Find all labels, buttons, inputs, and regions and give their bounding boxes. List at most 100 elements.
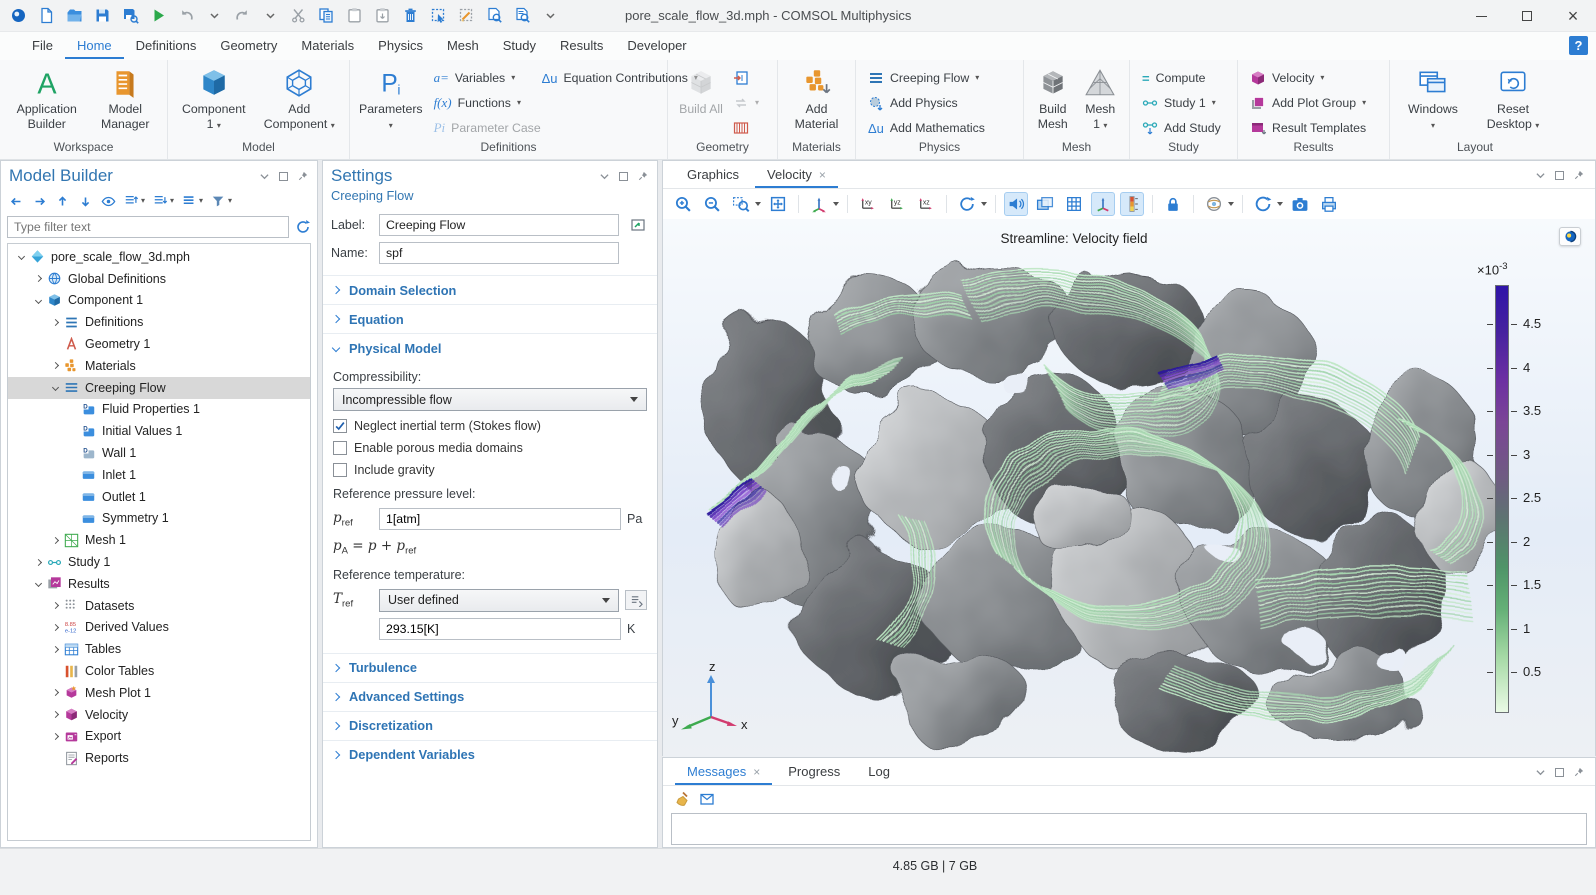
menu-results[interactable]: Results bbox=[548, 34, 615, 59]
tree-item-color-tables[interactable]: Color Tables bbox=[8, 660, 310, 682]
update-button[interactable] bbox=[1251, 192, 1283, 216]
windows-button[interactable]: Windows▾ bbox=[1398, 65, 1468, 140]
result-templates-button[interactable]: Result Templates bbox=[1243, 116, 1384, 140]
tree-item-geometry-1[interactable]: Geometry 1 bbox=[8, 333, 310, 355]
build-mesh-button[interactable]: Build Mesh bbox=[1029, 65, 1077, 140]
tree-item-materials[interactable]: Materials bbox=[8, 355, 310, 377]
menu-home[interactable]: Home bbox=[65, 34, 124, 59]
paste-special-icon[interactable] bbox=[374, 7, 391, 24]
clear-selection-icon[interactable] bbox=[458, 7, 475, 24]
comsol-logo-button[interactable] bbox=[1559, 227, 1581, 246]
go-to-view-icon[interactable] bbox=[807, 192, 831, 216]
parameters-button[interactable]: Pi Parameters▾ bbox=[355, 65, 427, 140]
move-down-icon[interactable] bbox=[78, 194, 93, 209]
tree-chevron[interactable] bbox=[33, 579, 43, 589]
zoom-out-icon[interactable] bbox=[700, 192, 724, 216]
tree-item-outlet-1[interactable]: Outlet 1 bbox=[8, 486, 310, 508]
open-icon[interactable] bbox=[66, 7, 83, 24]
tree-chevron[interactable] bbox=[50, 601, 60, 611]
panel-menu-icon[interactable] bbox=[1534, 169, 1546, 181]
panel-menu-icon[interactable] bbox=[1534, 766, 1546, 778]
select-box-icon[interactable] bbox=[430, 7, 447, 24]
equation-contributions-button[interactable]: ΔuEquation Contributions▾ bbox=[535, 66, 663, 90]
cut-icon[interactable] bbox=[290, 7, 307, 24]
view-xy-icon[interactable]: xy bbox=[856, 192, 880, 216]
camera-snapshot-button[interactable] bbox=[1288, 192, 1312, 216]
tree-item-wall-1[interactable]: DWall 1 bbox=[8, 442, 310, 464]
caret-icon[interactable] bbox=[206, 7, 223, 24]
paste-icon[interactable] bbox=[346, 7, 363, 24]
tree-chevron[interactable] bbox=[50, 688, 60, 698]
tree-item-export[interactable]: Export bbox=[8, 726, 310, 748]
variables-button[interactable]: a=Variables▾ bbox=[427, 66, 535, 90]
checkbox-row-enable-porous-media-domains[interactable]: Enable porous media domains bbox=[333, 437, 647, 459]
tree-chevron[interactable] bbox=[50, 361, 60, 371]
forward-icon[interactable] bbox=[32, 194, 47, 209]
view-caret-icon[interactable]: ▾ bbox=[182, 194, 203, 209]
delete-icon[interactable] bbox=[402, 7, 419, 24]
insert-sequence-button[interactable] bbox=[729, 66, 769, 90]
tree-item-datasets[interactable]: Datasets bbox=[8, 595, 310, 617]
update-icon[interactable] bbox=[1251, 192, 1275, 216]
find-replace-icon[interactable] bbox=[514, 7, 531, 24]
add-component-button[interactable]: Add Component ▾ bbox=[255, 65, 343, 140]
tab-progress[interactable]: Progress bbox=[776, 760, 852, 785]
section-header-domain-selection[interactable]: Domain Selection bbox=[323, 276, 657, 304]
tree-item-global-definitions[interactable]: Global Definitions bbox=[8, 268, 310, 290]
plot-group-selector[interactable]: Velocity▾ bbox=[1243, 66, 1384, 90]
tree-item-fluid-properties-1[interactable]: DFluid Properties 1 bbox=[8, 399, 310, 421]
show-legend-icon[interactable] bbox=[1120, 192, 1144, 216]
panel-float-icon[interactable] bbox=[1555, 171, 1564, 180]
tree-filter-input[interactable] bbox=[7, 216, 289, 238]
zoom-box-button[interactable] bbox=[729, 192, 761, 216]
menu-mesh[interactable]: Mesh bbox=[435, 34, 491, 59]
tab-log[interactable]: Log bbox=[856, 760, 902, 785]
view-xz-icon[interactable]: xz bbox=[914, 192, 938, 216]
streamline-plot[interactable] bbox=[663, 219, 1595, 757]
print-icon[interactable] bbox=[1317, 192, 1341, 216]
view-yz-icon[interactable]: yz bbox=[885, 192, 909, 216]
checkbox[interactable] bbox=[333, 441, 347, 455]
panel-float-icon[interactable] bbox=[619, 172, 628, 181]
zoom-in-button[interactable] bbox=[671, 192, 695, 216]
work-plane-button[interactable] bbox=[729, 116, 769, 140]
go-to-view-button[interactable] bbox=[807, 192, 839, 216]
back-icon[interactable] bbox=[9, 194, 24, 209]
new-file-icon[interactable] bbox=[38, 7, 55, 24]
checkbox-row-neglect-inertial-term-stokes-flow-[interactable]: Neglect inertial term (Stokes flow) bbox=[333, 415, 647, 437]
redo-icon[interactable] bbox=[234, 7, 251, 24]
checkbox[interactable] bbox=[333, 463, 347, 477]
zoom-extents-icon[interactable] bbox=[766, 192, 790, 216]
section-header-advanced-settings[interactable]: Advanced Settings bbox=[323, 683, 657, 711]
filter-caret-icon[interactable]: ▾ bbox=[211, 194, 232, 209]
help-button[interactable]: ? bbox=[1569, 36, 1588, 55]
panel-menu-icon[interactable] bbox=[598, 170, 610, 182]
transparency-icon[interactable] bbox=[1033, 192, 1057, 216]
tree-item-tables[interactable]: Tables bbox=[8, 638, 310, 660]
compressibility-select[interactable]: Incompressible flow bbox=[333, 388, 647, 411]
add-physics-button[interactable]: Add Physics bbox=[861, 91, 1018, 115]
tree-chevron[interactable] bbox=[50, 383, 60, 393]
add-plot-group-button[interactable]: Add Plot Group▾ bbox=[1243, 91, 1384, 115]
environment-button[interactable] bbox=[1202, 192, 1234, 216]
functions-button[interactable]: f(x)Functions▾ bbox=[427, 91, 535, 115]
panel-pin-icon[interactable] bbox=[637, 170, 649, 182]
add-mathematics-button[interactable]: ΔuAdd Mathematics bbox=[861, 116, 1018, 140]
tree-item-reports[interactable]: Reports bbox=[8, 747, 310, 769]
lock-camera-icon[interactable] bbox=[1161, 192, 1185, 216]
panel-pin-icon[interactable] bbox=[1573, 766, 1585, 778]
expand-caret-icon[interactable]: ▾ bbox=[124, 194, 145, 209]
close-button[interactable]: × bbox=[1550, 0, 1596, 32]
reset-desktop-button[interactable]: Reset Desktop ▾ bbox=[1474, 65, 1552, 140]
grid-icon[interactable] bbox=[1062, 192, 1086, 216]
save-as-icon[interactable] bbox=[122, 7, 139, 24]
tree-item-derived-values[interactable]: 8.85e-12Derived Values bbox=[8, 617, 310, 639]
section-header-equation[interactable]: Equation bbox=[323, 305, 657, 333]
close-icon[interactable]: × bbox=[819, 168, 826, 182]
view-xy-button[interactable]: xy bbox=[856, 192, 880, 216]
tree-chevron[interactable] bbox=[50, 622, 60, 632]
tree-chevron[interactable] bbox=[16, 252, 26, 262]
menu-file[interactable]: File bbox=[20, 34, 65, 59]
reference-temperature-select[interactable]: User defined bbox=[379, 589, 619, 612]
panel-float-icon[interactable] bbox=[279, 172, 288, 181]
